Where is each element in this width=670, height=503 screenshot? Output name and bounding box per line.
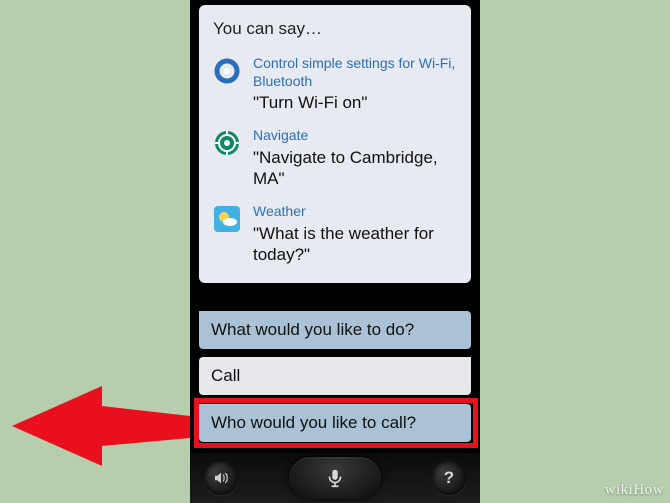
suggestion-example: "What is the weather for today?" xyxy=(253,223,457,266)
suggestion-example: "Turn Wi-Fi on" xyxy=(253,92,457,113)
help-button[interactable]: ? xyxy=(432,461,466,495)
suggestion-item[interactable]: Control simple settings for Wi-Fi, Bluet… xyxy=(209,49,461,121)
phone-frame: You can say… Control simple settings for… xyxy=(190,0,480,503)
suggestion-text: Navigate "Navigate to Cambridge, MA" xyxy=(253,127,457,189)
mic-icon xyxy=(324,467,346,489)
assistant-followup-bubble: Who would you like to call? xyxy=(199,404,471,442)
suggestion-item[interactable]: Navigate "Navigate to Cambridge, MA" xyxy=(209,121,461,197)
card-title: You can say… xyxy=(209,13,461,49)
suggestion-label: Control simple settings for Wi-Fi, Bluet… xyxy=(253,55,457,90)
suggestion-card: You can say… Control simple settings for… xyxy=(199,5,471,283)
assistant-prompt-bubble: What would you like to do? xyxy=(199,311,471,349)
suggestion-item[interactable]: Weather "What is the weather for today?" xyxy=(209,197,461,273)
suggestion-example: "Navigate to Cambridge, MA" xyxy=(253,147,457,190)
watermark-label: wikiHow xyxy=(605,482,664,499)
navigate-icon xyxy=(213,129,241,157)
suggestion-label: Navigate xyxy=(253,127,457,145)
suggestion-label: Weather xyxy=(253,203,457,221)
settings-ring-icon xyxy=(213,57,241,85)
bottom-toolbar: ? xyxy=(190,453,480,503)
listen-button[interactable] xyxy=(204,461,238,495)
suggestion-text: Weather "What is the weather for today?" xyxy=(253,203,457,265)
tutorial-arrow-icon xyxy=(12,356,192,466)
user-utterance-bubble: Call xyxy=(199,357,471,395)
question-mark-icon: ? xyxy=(444,468,454,488)
weather-icon xyxy=(213,205,241,233)
suggestion-text: Control simple settings for Wi-Fi, Bluet… xyxy=(253,55,457,113)
speaker-icon xyxy=(212,469,230,487)
mic-button[interactable] xyxy=(289,457,381,499)
